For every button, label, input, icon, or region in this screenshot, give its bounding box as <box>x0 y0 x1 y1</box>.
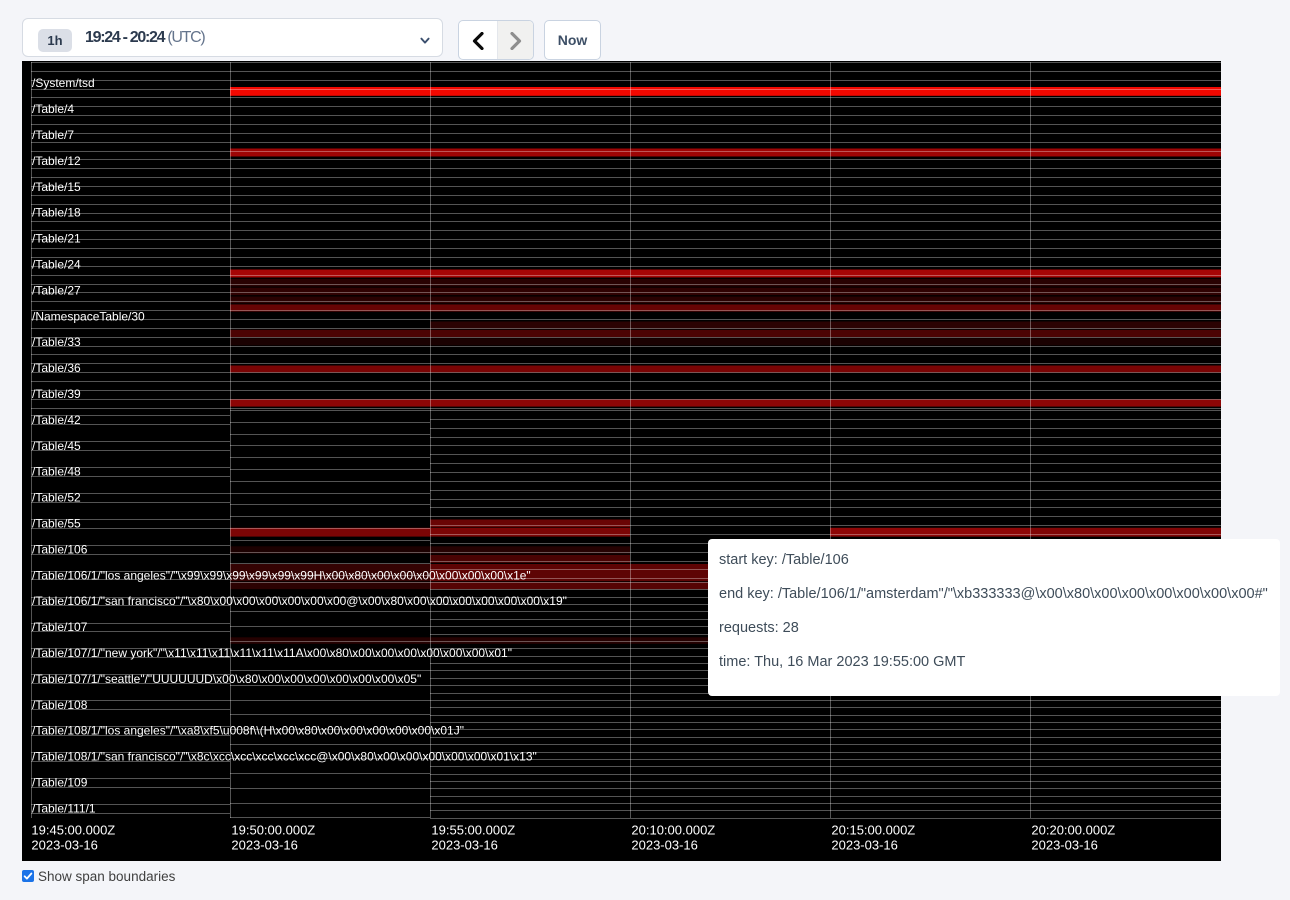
svg-text:/Table/48: /Table/48 <box>32 465 81 479</box>
svg-text:/Table/52: /Table/52 <box>32 491 81 505</box>
svg-text:/Table/108/1/"los angeles"/"\x: /Table/108/1/"los angeles"/"\xa8\xf5\u00… <box>32 724 464 738</box>
svg-text:/Table/15: /Table/15 <box>32 180 81 194</box>
svg-text:/Table/108: /Table/108 <box>32 698 88 712</box>
svg-text:/Table/106: /Table/106 <box>32 542 88 556</box>
svg-text:2023-03-16: 2023-03-16 <box>631 838 698 853</box>
svg-text:2023-03-16: 2023-03-16 <box>1031 838 1098 853</box>
svg-text:/Table/7: /Table/7 <box>32 128 74 142</box>
svg-text:/Table/55: /Table/55 <box>32 517 81 531</box>
svg-text:2023-03-16: 2023-03-16 <box>31 838 98 853</box>
svg-text:/Table/111/1: /Table/111/1 <box>32 801 96 815</box>
svg-text:/Table/107/1/"seattle"/"UUUUUU: /Table/107/1/"seattle"/"UUUUUUD\x00\x80\… <box>32 672 421 686</box>
svg-text:/Table/27: /Table/27 <box>32 283 81 297</box>
svg-text:/Table/106/1/"san francisco"/": /Table/106/1/"san francisco"/"\x80\x00\x… <box>32 594 567 608</box>
svg-text:/Table/24: /Table/24 <box>32 258 81 272</box>
svg-text:/Table/106/1/"los angeles"/"\x: /Table/106/1/"los angeles"/"\x99\x99\x99… <box>32 568 531 582</box>
svg-text:/System/tsd: /System/tsd <box>32 76 95 90</box>
svg-text:/Table/109: /Table/109 <box>32 776 88 790</box>
svg-text:/Table/4: /Table/4 <box>32 102 74 116</box>
svg-text:/Table/33: /Table/33 <box>32 335 81 349</box>
svg-text:19:45:00.000Z: 19:45:00.000Z <box>31 823 115 838</box>
svg-text:/Table/107: /Table/107 <box>32 620 88 634</box>
svg-text:19:50:00.000Z: 19:50:00.000Z <box>231 823 315 838</box>
svg-text:20:20:00.000Z: 20:20:00.000Z <box>1031 823 1115 838</box>
svg-text:20:10:00.000Z: 20:10:00.000Z <box>631 823 715 838</box>
svg-text:20:15:00.000Z: 20:15:00.000Z <box>831 823 915 838</box>
svg-text:/Table/36: /Table/36 <box>32 361 81 375</box>
svg-text:2023-03-16: 2023-03-16 <box>431 838 498 853</box>
svg-text:/Table/18: /Table/18 <box>32 206 81 220</box>
svg-text:/Table/45: /Table/45 <box>32 439 81 453</box>
svg-text:/Table/108/1/"san francisco"/": /Table/108/1/"san francisco"/"\x8c\xcc\x… <box>32 750 537 764</box>
svg-text:/Table/12: /Table/12 <box>32 154 81 168</box>
svg-text:/NamespaceTable/30: /NamespaceTable/30 <box>32 309 145 323</box>
svg-text:/Table/107/1/"new york"/"\x11\: /Table/107/1/"new york"/"\x11\x11\x11\x1… <box>32 646 512 660</box>
svg-text:2023-03-16: 2023-03-16 <box>831 838 898 853</box>
svg-text:/Table/21: /Table/21 <box>32 232 81 246</box>
svg-text:19:55:00.000Z: 19:55:00.000Z <box>431 823 515 838</box>
svg-text:2023-03-16: 2023-03-16 <box>231 838 298 853</box>
svg-text:/Table/39: /Table/39 <box>32 387 81 401</box>
svg-text:/Table/42: /Table/42 <box>32 413 81 427</box>
